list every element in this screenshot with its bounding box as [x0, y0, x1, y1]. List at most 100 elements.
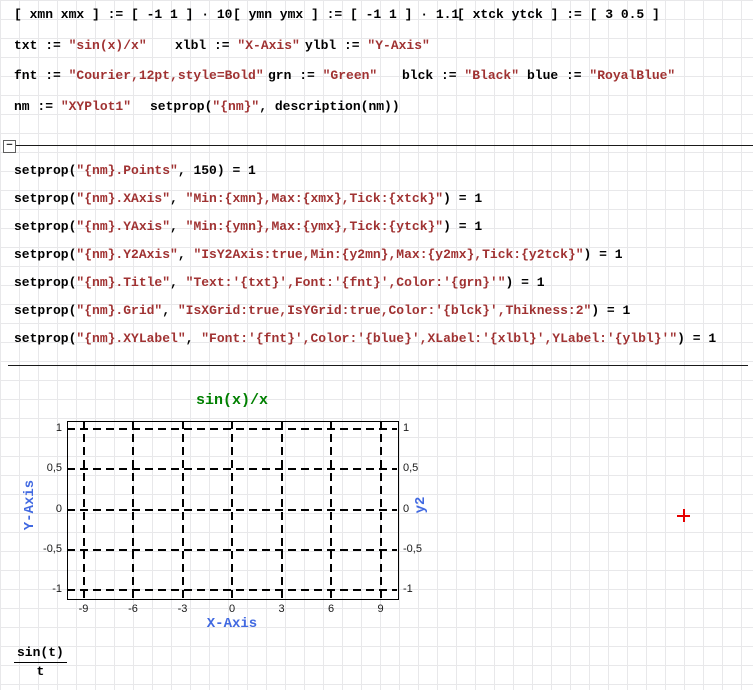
math-text: setprop( [14, 303, 76, 318]
math-text: setprop( [14, 219, 76, 234]
grid-line-horizontal [67, 468, 397, 470]
math-region-def-ticks[interactable]: [ xtck ytck ] := [ 3 0.5 ] [457, 7, 660, 22]
math-text: ylbl := [305, 38, 367, 53]
string-literal: "{nm}.Y2Axis" [76, 247, 177, 262]
y2-tick-label: 1 [403, 422, 443, 434]
worksheet[interactable]: − [ xmn xmx ] := [ -1 1 ] · 10[ ymn ymx … [0, 0, 753, 690]
math-text: , [170, 275, 186, 290]
plot-box [67, 421, 399, 600]
math-text: setprop( [14, 331, 76, 346]
x-tick-label: 3 [262, 603, 302, 615]
math-text: [ xmn xmx ] := [ -1 1 ] · 10 [14, 7, 232, 22]
string-literal: "sin(x)/x" [69, 38, 147, 53]
y-tick-label: -1 [22, 583, 62, 595]
math-region-setprop-xylabel[interactable]: setprop("{nm}.XYLabel", "Font:'{fnt}',Co… [14, 331, 716, 346]
math-region-setprop-xaxis[interactable]: setprop("{nm}.XAxis", "Min:{xmn},Max:{xm… [14, 191, 482, 206]
math-region-def-blue[interactable]: blue := "RoyalBlue" [527, 68, 675, 83]
grid-line-horizontal [67, 549, 397, 551]
math-text: setprop( [14, 163, 76, 178]
math-region-def-ylbl[interactable]: ylbl := "Y-Axis" [305, 38, 430, 53]
xy-plot-region[interactable]: sin(x)/x -9-6-30369110,50,500-0,5-0,5-1-… [0, 388, 460, 638]
math-text: , [178, 247, 194, 262]
math-text: setprop( [14, 191, 76, 206]
string-literal: "{nm}.XYLabel" [76, 331, 185, 346]
grid-line-horizontal [67, 509, 397, 511]
math-region-setprop-points[interactable]: setprop("{nm}.Points", 150) = 1 [14, 163, 256, 178]
math-region-setprop-y2axis[interactable]: setprop("{nm}.Y2Axis", "IsY2Axis:true,Mi… [14, 247, 623, 262]
math-region-def-xlbl[interactable]: xlbl := "X-Axis" [175, 38, 300, 53]
cursor-cross-icon [683, 509, 685, 522]
string-literal: "IsY2Axis:true,Min:{y2mn},Max:{y2mx},Tic… [193, 247, 583, 262]
math-text: ) = 1 [443, 191, 482, 206]
y2-tick-label: -1 [403, 583, 443, 595]
string-literal: "Courier,12pt,style=Bold" [69, 68, 264, 83]
x-tick-label: 9 [361, 603, 401, 615]
math-region-fraction[interactable]: sin(t) t [14, 645, 67, 679]
string-literal: "{nm}.Grid" [76, 303, 162, 318]
y2-axis-label: y2 [413, 462, 429, 548]
math-text: blue := [527, 68, 589, 83]
math-text: fnt := [14, 68, 69, 83]
x-tick-label: 6 [311, 603, 351, 615]
string-literal: "{nm}" [212, 99, 259, 114]
string-literal: "Font:'{fnt}',Color:'{blue}',XLabel:'{xl… [201, 331, 677, 346]
x-tick-label: -3 [163, 603, 203, 615]
math-region-setprop-yaxis[interactable]: setprop("{nm}.YAxis", "Min:{ymn},Max:{ym… [14, 219, 482, 234]
string-literal: "IsXGrid:true,IsYGrid:true,Color:'{blck}… [178, 303, 591, 318]
math-text: ) = 1 [584, 247, 623, 262]
math-region-setprop-grid[interactable]: setprop("{nm}.Grid", "IsXGrid:true,IsYGr… [14, 303, 630, 318]
string-literal: "Y-Axis" [367, 38, 429, 53]
math-text: nm := [14, 99, 61, 114]
y-axis-label: Y-Axis [22, 462, 38, 548]
math-text: [ xtck ytck ] := [ 3 0.5 ] [457, 7, 660, 22]
section-separator-top [16, 145, 753, 146]
math-text: setprop( [14, 275, 76, 290]
string-literal: "{nm}.Title" [76, 275, 170, 290]
math-text: , [186, 331, 202, 346]
math-region-def-blck[interactable]: blck := "Black" [402, 68, 519, 83]
math-text: , [162, 303, 178, 318]
math-text: ) = 1 [443, 219, 482, 234]
math-text: , [170, 191, 186, 206]
string-literal: "Black" [464, 68, 519, 83]
math-text: blck := [402, 68, 464, 83]
math-region-setprop-description[interactable]: setprop("{nm}", description(nm)) [150, 99, 400, 114]
math-text: ) = 1 [591, 303, 630, 318]
plot-title: sin(x)/x [152, 392, 312, 409]
x-tick-label: -9 [64, 603, 104, 615]
string-literal: "Min:{xmn},Max:{xmx},Tick:{xtck}" [186, 191, 443, 206]
math-region-def-txt[interactable]: txt := "sin(x)/x" [14, 38, 147, 53]
x-tick-label: -6 [113, 603, 153, 615]
math-region-def-y-range[interactable]: [ ymn ymx ] := [ -1 1 ] · 1.1 [233, 7, 459, 22]
fraction-denominator: t [14, 663, 67, 679]
string-literal: "XYPlot1" [61, 99, 131, 114]
section-separator-bottom [8, 365, 748, 366]
math-text: [ ymn ymx ] := [ -1 1 ] · 1.1 [233, 7, 459, 22]
x-tick-label: 0 [212, 603, 252, 615]
math-region-def-x-range[interactable]: [ xmn xmx ] := [ -1 1 ] · 10 [14, 7, 232, 22]
math-region-def-fnt[interactable]: fnt := "Courier,12pt,style=Bold" [14, 68, 264, 83]
string-literal: "{nm}.Points" [76, 163, 177, 178]
math-text: setprop( [14, 247, 76, 262]
math-region-def-grn[interactable]: grn := "Green" [268, 68, 377, 83]
grid-line-horizontal [67, 589, 397, 591]
insertion-cursor[interactable] [677, 509, 690, 522]
math-text: grn := [268, 68, 323, 83]
grid-line-horizontal [67, 428, 397, 430]
math-region-setprop-title[interactable]: setprop("{nm}.Title", "Text:'{txt}',Font… [14, 275, 545, 290]
math-text: , [170, 219, 186, 234]
fraction-numerator: sin(t) [14, 645, 67, 662]
string-literal: "{nm}.YAxis" [76, 219, 170, 234]
string-literal: "Text:'{txt}',Font:'{fnt}',Color:'{grn}'… [186, 275, 506, 290]
math-text: , 150) = 1 [178, 163, 256, 178]
math-region-def-nm[interactable]: nm := "XYPlot1" [14, 99, 131, 114]
x-axis-label: X-Axis [152, 616, 312, 632]
math-text: txt := [14, 38, 69, 53]
collapse-section-icon[interactable]: − [3, 140, 16, 153]
string-literal: "Green" [323, 68, 378, 83]
string-literal: "{nm}.XAxis" [76, 191, 170, 206]
math-text: setprop( [150, 99, 212, 114]
math-text: xlbl := [175, 38, 237, 53]
math-text: ) = 1 [506, 275, 545, 290]
math-text: , description(nm)) [259, 99, 399, 114]
